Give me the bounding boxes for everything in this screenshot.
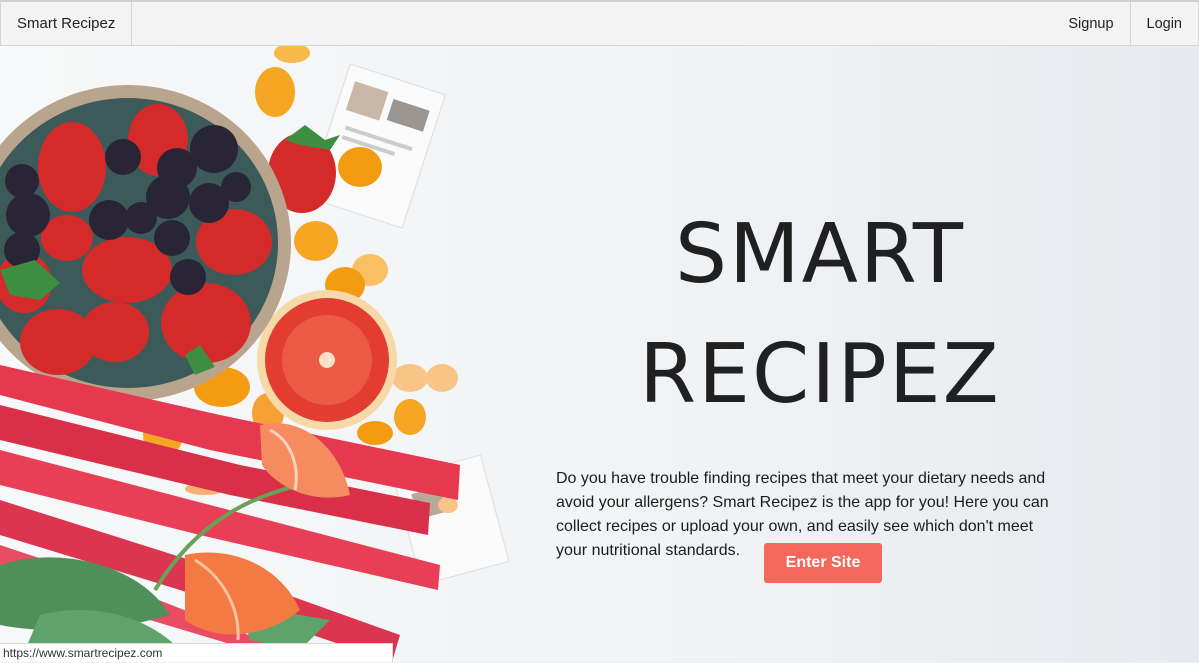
status-bar-url: https://www.smartrecipez.com bbox=[0, 643, 393, 662]
hero-title: SMART RECIPEZ bbox=[560, 195, 1080, 435]
login-link[interactable]: Login bbox=[1129, 2, 1198, 45]
hero-title-line1: SMART bbox=[675, 207, 965, 302]
fruit-background-image bbox=[0, 45, 510, 662]
signup-link[interactable]: Signup bbox=[1052, 2, 1129, 45]
navbar: Smart Recipez Signup Login bbox=[0, 0, 1199, 46]
hero-section: SMART RECIPEZ Do you have trouble findin… bbox=[0, 45, 1199, 662]
enter-site-button[interactable]: Enter Site bbox=[764, 543, 882, 583]
brand-link[interactable]: Smart Recipez bbox=[1, 2, 133, 45]
hero-title-line2: RECIPEZ bbox=[639, 327, 1001, 422]
